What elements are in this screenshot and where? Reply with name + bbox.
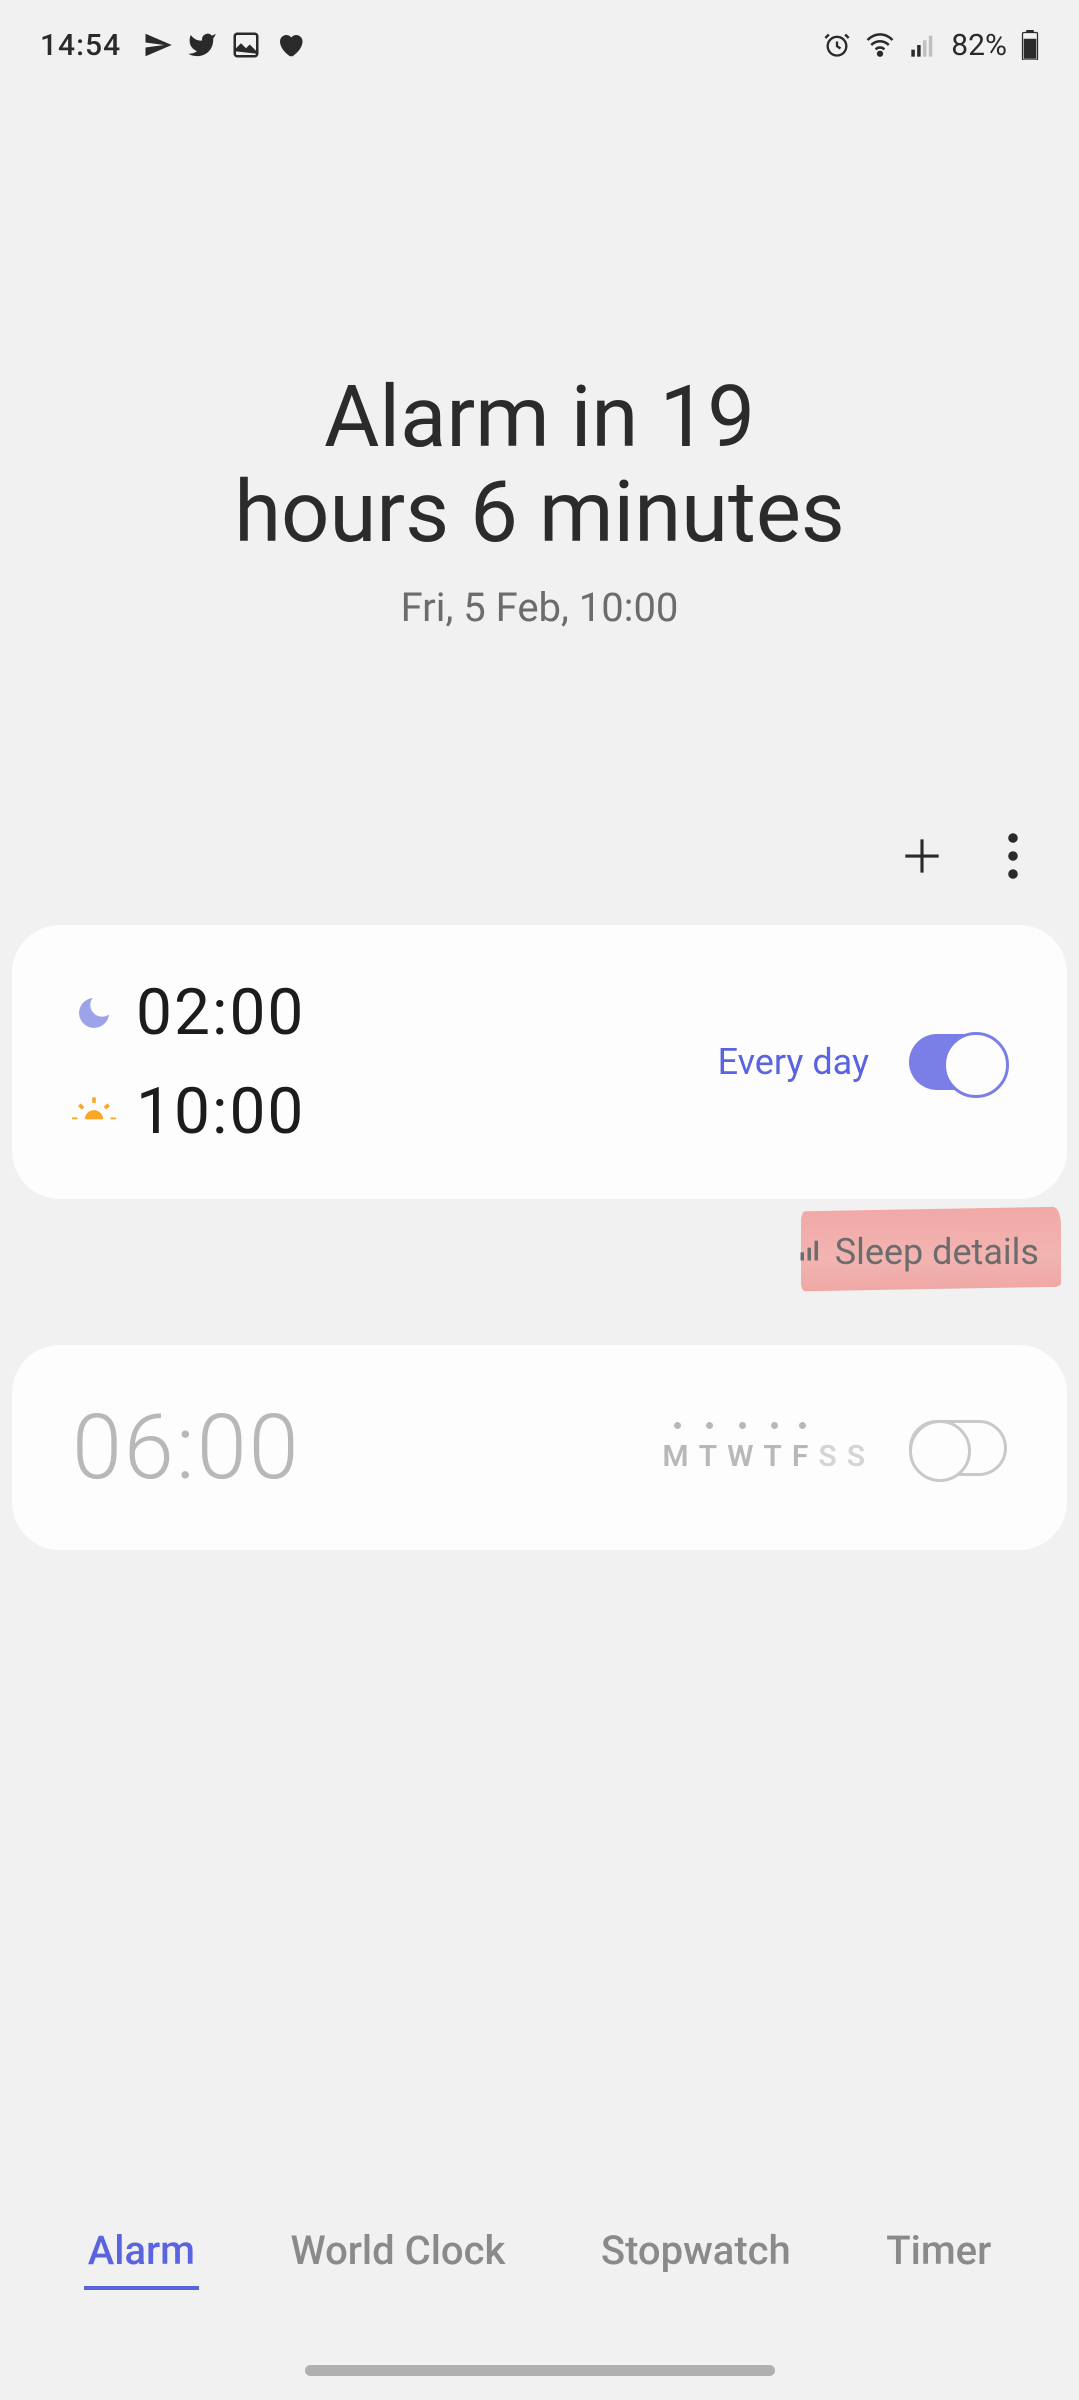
image-icon — [231, 30, 261, 60]
wifi-icon — [865, 30, 895, 60]
sleep-alarm-card[interactable]: 02:00 10:00 Every day — [12, 925, 1067, 1199]
sun-icon — [72, 1090, 116, 1134]
status-bar: 14:54 82% — [0, 0, 1079, 70]
action-row — [0, 831, 1079, 885]
heart-icon — [275, 30, 305, 60]
battery-percent: 82% — [951, 28, 1007, 63]
alarm-time: 06:00 — [72, 1395, 301, 1500]
bedtime: 02:00 — [136, 975, 305, 1050]
bedtime-row: 02:00 — [72, 975, 305, 1050]
day-sun: S — [847, 1439, 869, 1474]
add-alarm-button[interactable] — [897, 831, 947, 885]
title-line1: Alarm in 19 — [0, 370, 1079, 465]
bar-chart-icon — [797, 1231, 825, 1273]
alarm-days: M T W T F S S — [662, 1422, 869, 1474]
moon-icon — [72, 991, 116, 1035]
repeat-label: Every day — [718, 1041, 869, 1083]
day-thu: T — [763, 1439, 785, 1474]
sleep-alarm-right: Every day — [718, 1034, 1007, 1090]
status-time: 14:54 — [40, 28, 121, 63]
day-sat: S — [818, 1439, 840, 1474]
waketime-row: 10:00 — [72, 1074, 305, 1149]
twitter-icon — [187, 30, 217, 60]
day-fri: F — [792, 1439, 813, 1474]
sleep-times: 02:00 10:00 — [72, 975, 305, 1149]
alarm-toggle[interactable] — [909, 1420, 1007, 1476]
status-left: 14:54 — [40, 28, 305, 63]
sleep-details-link[interactable]: Sleep details — [0, 1199, 1079, 1305]
day-tue: T — [699, 1439, 721, 1474]
day-mon: M — [662, 1439, 692, 1474]
bottom-nav: Alarm World Clock Stopwatch Timer — [0, 2215, 1079, 2290]
day-wed: W — [727, 1439, 757, 1474]
page-subtitle: Fri, 5 Feb, 10:00 — [0, 584, 1079, 631]
tab-alarm[interactable]: Alarm — [84, 2215, 199, 2290]
telegram-icon — [143, 30, 173, 60]
status-right: 82% — [823, 28, 1039, 63]
tab-timer[interactable]: Timer — [882, 2215, 995, 2290]
sleep-alarm-toggle[interactable] — [909, 1034, 1007, 1090]
alarm-card[interactable]: 06:00 M T W T F S S — [12, 1345, 1067, 1550]
title-line2: hours 6 minutes — [0, 465, 1079, 560]
tab-stopwatch[interactable]: Stopwatch — [597, 2215, 795, 2290]
tab-world-clock[interactable]: World Clock — [286, 2215, 509, 2290]
sleep-details-label: Sleep details — [835, 1231, 1039, 1273]
header: Alarm in 19 hours 6 minutes Fri, 5 Feb, … — [0, 370, 1079, 631]
alarm-status-icon — [823, 31, 851, 59]
alarm-right: M T W T F S S — [662, 1420, 1007, 1476]
waketime: 10:00 — [136, 1074, 305, 1149]
gesture-bar[interactable] — [305, 2365, 775, 2376]
battery-icon — [1021, 30, 1039, 60]
signal-icon — [909, 31, 937, 59]
more-options-button[interactable] — [1007, 832, 1019, 884]
page-title: Alarm in 19 hours 6 minutes — [0, 370, 1079, 560]
